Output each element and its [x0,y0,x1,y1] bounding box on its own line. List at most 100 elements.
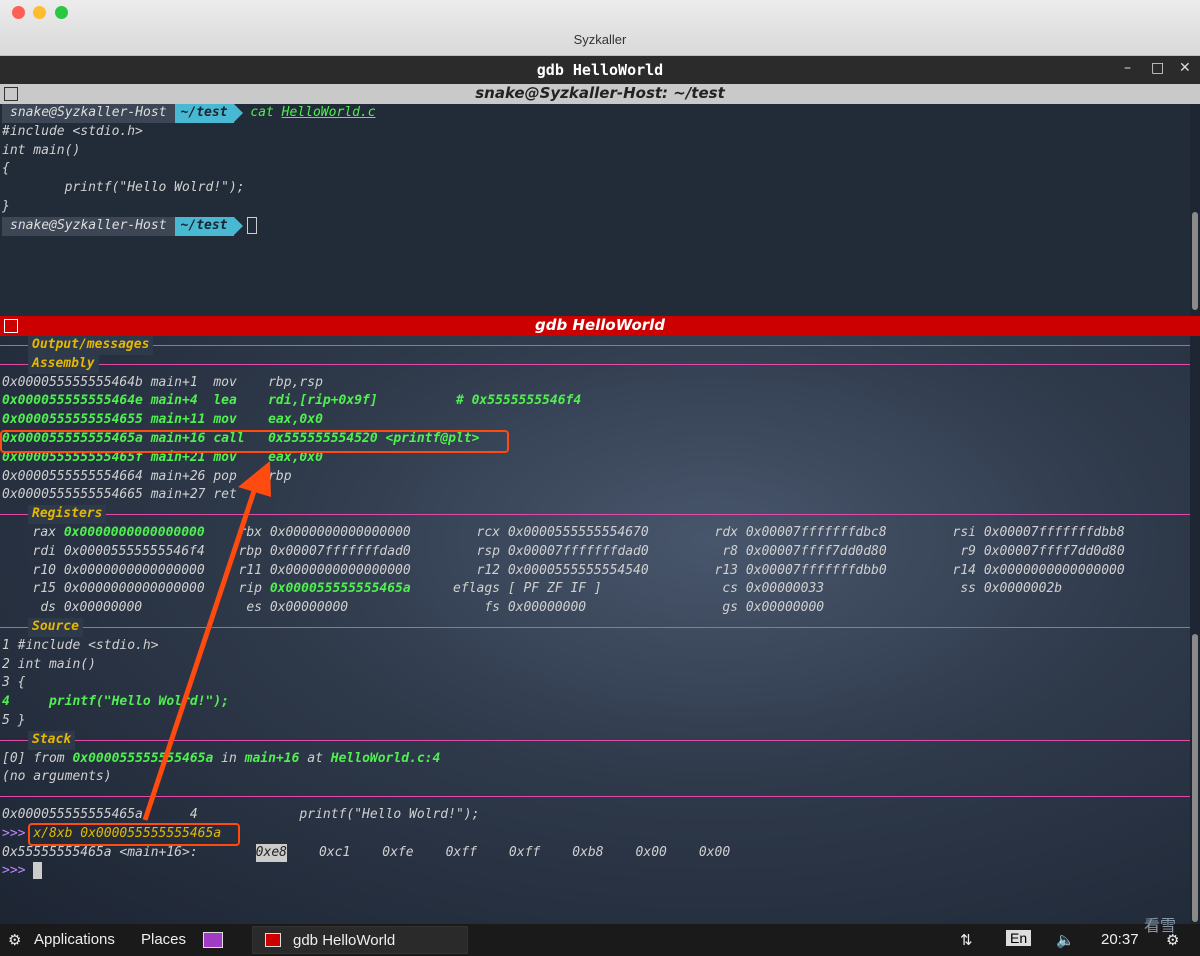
prompt-arrow-icon [233,104,243,122]
register-cell: cs 0x00000033 [722,581,825,597]
memory-byte: 0xe8 [255,843,287,863]
register-cell: r11 0x0000000000000000 [238,562,411,578]
shell-pane[interactable]: snake@Syzkaller-Host ~/test cat HelloWorl… [0,104,1190,316]
pane1-scrollbar[interactable] [1192,212,1198,310]
section-stack: Stack [0,730,1190,750]
terminal-launcher-icon[interactable] [203,932,223,948]
register-cell: gs 0x00000000 [722,600,825,616]
dump-label: 0x55555555465a <main+16>: [2,844,198,860]
asm-row: 0x000055555555464b main+1 mov rbp,rsp [2,374,323,390]
register-cell: r8 0x00007ffff7dd0d80 [722,543,887,559]
task-button[interactable]: gdb HelloWorld [252,926,468,954]
asm-row: 0x000055555555464e main+4 lea rdi,[rip+0… [2,393,582,409]
output-line: 0x000055555555465a 4 printf("Hello Wolrd… [2,806,480,822]
clock[interactable]: 20:37 [1101,931,1139,948]
terminator-icon[interactable] [4,319,18,333]
pane2-scrollbar[interactable] [1192,634,1198,922]
macos-titlebar: Syzkaller [0,0,1200,56]
file-line: { [2,161,10,177]
places-menu[interactable]: Places [141,931,186,948]
register-cell: r12 0x0000555555554540 [476,562,649,578]
asm-row: 0x0000555555554655 main+11 mov eax,0x0 [2,412,323,428]
file-line: #include <stdio.h> [2,123,143,139]
minimize-button[interactable]: – [1124,60,1131,76]
file-line: } [2,198,10,214]
memory-byte: 0xc1 [318,844,351,860]
gdb-prompt: >>> [2,863,26,879]
register-cell: rsp 0x00007fffffffdad0 [476,543,649,559]
minimize-light[interactable] [33,6,46,19]
apps-icon[interactable]: ⚙ [8,931,21,949]
watermark: 看雪 [1144,918,1177,935]
terminal-titlebar: gdb HelloWorld – □ ✕ [0,56,1200,84]
source-line: 1 #include <stdio.h> [2,637,159,653]
annotation-cmd-box [28,823,240,846]
register-cell: fs 0x00000000 [484,600,587,616]
section-assembly: Assembly [0,354,1190,374]
prompt-dir: ~/test [174,216,234,236]
register-cell: r13 0x00007fffffffdbb0 [714,562,887,578]
register-cell: ds 0x00000000 [40,600,143,616]
register-row: ds 0x00000000 es 0x00000000 fs 0x00000000 g… [0,599,1190,618]
pane2-title: gdb HelloWorld [534,316,666,334]
cursor [246,216,257,234]
close-light[interactable] [12,6,25,19]
lang-indicator[interactable]: En [1006,930,1032,946]
stack-args: (no arguments) [2,769,112,785]
register-cell [920,599,1158,618]
register-row: rdi 0x00005555555546f4 rbp 0x00007fffffff… [0,543,1190,562]
cursor [33,862,43,880]
source-line: 5 } [2,712,26,728]
maximize-button[interactable]: □ [1151,60,1164,76]
memory-byte: 0xff [508,844,541,860]
prompt-dir: ~/test [174,104,234,123]
asm-row: 0x0000555555554665 main+27 ret [2,487,269,503]
source-line: 2 int main() [2,656,96,672]
prompt-arrow-icon [233,216,243,235]
pane2-header: gdb HelloWorld [0,316,1200,336]
source-line-current: 4 printf("Hello Wolrd!"); [2,694,229,710]
prompt-user: snake@Syzkaller-Host [2,104,175,123]
register-cell: r10 0x0000000000000000 [32,562,205,578]
zoom-light[interactable] [55,6,68,19]
network-icon[interactable]: ⇅ [960,931,973,949]
close-button[interactable]: ✕ [1179,60,1191,76]
section-registers: Registers [0,505,1190,524]
applications-menu[interactable]: Applications [34,931,115,948]
register-row: r15 0x0000000000000000 rip 0x000055555555… [0,580,1190,599]
taskbar: ⚙ Applications Places gdb HelloWorld ⇅ E… [0,918,1200,956]
dump-line: 0x55555555465a <main+16>: 0xe8 0xc1 0xfe 0xf… [0,843,1190,863]
memory-byte: 0x00 [698,844,731,860]
register-cell: rip 0x000055555555465a [238,581,411,597]
register-cell: r14 0x0000000000000000 [952,562,1125,578]
prompt-user: snake@Syzkaller-Host [2,216,175,236]
section-source: Source [0,617,1190,637]
volume-muted-icon[interactable]: 🔈 [1056,931,1075,949]
register-cell: rdx 0x00007fffffffdbc8 [714,524,887,540]
memory-byte: 0xb8 [572,844,604,860]
section-end [0,787,1190,806]
register-cell: rcx 0x0000555555554670 [476,524,649,540]
file-line: int main() [2,142,81,158]
task-label: gdb HelloWorld [293,932,396,949]
register-cell: es 0x00000000 [246,600,349,616]
register-cell: ss 0x0000002b [960,581,1063,597]
prompt-line: snake@Syzkaller-Host ~/test [0,216,1190,236]
section-output: Output/messages [0,336,1190,355]
asm-row: 0x0000555555554664 main+26 pop rbp [2,468,292,484]
register-cell: r15 0x0000000000000000 [32,581,205,597]
register-cell: rsi 0x00007fffffffdbb8 [952,524,1125,540]
register-table: rax 0x0000000000000000 rbx 0x000000000000… [0,524,1190,618]
register-row: rax 0x0000000000000000 rbx 0x000000000000… [0,524,1190,543]
terminal-title: gdb HelloWorld [536,61,664,79]
source-line: 3 { [2,675,26,691]
command-line[interactable]: >>> [0,862,1190,881]
register-cell: rbx 0x0000000000000000 [238,524,411,540]
annotation-call-box [0,430,509,453]
terminator-icon[interactable] [4,87,18,101]
register-cell: rax 0x0000000000000000 [32,524,205,540]
file-line: printf("Hello Wolrd!"); [2,180,245,196]
stack-frame: [0] from 0x000055555555465a in main+16 a… [2,750,441,766]
memory-byte: 0x00 [635,844,667,860]
shell-command: cat [250,105,274,120]
